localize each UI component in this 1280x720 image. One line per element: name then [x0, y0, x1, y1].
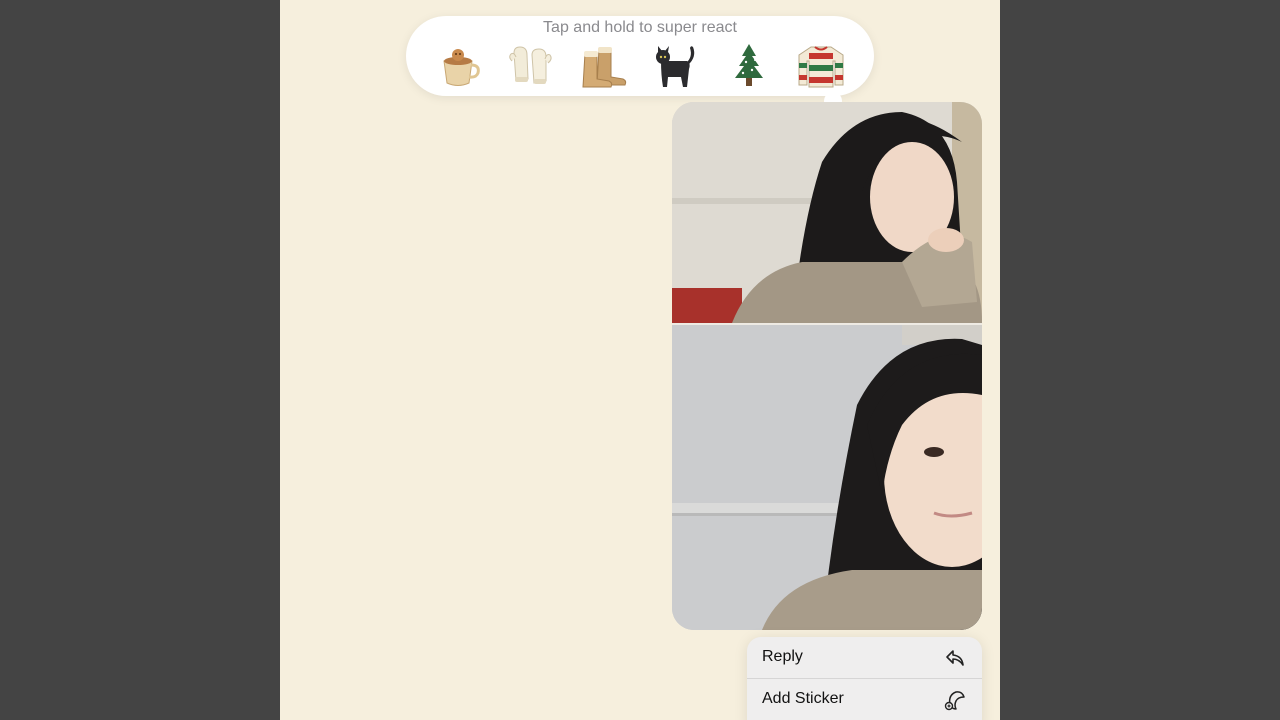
- menu-item-add-sticker[interactable]: Add Sticker: [747, 679, 982, 720]
- photo-1[interactable]: [672, 102, 982, 323]
- boots-icon[interactable]: [573, 40, 635, 92]
- sticker-icon: [944, 689, 966, 711]
- black-cat-icon[interactable]: [645, 40, 707, 92]
- hot-cocoa-icon[interactable]: [428, 40, 490, 92]
- chat-view: Tap and hold to super react Reply Add St…: [280, 0, 1000, 720]
- photo-message[interactable]: [672, 102, 982, 630]
- screen-backdrop: Tap and hold to super react Reply Add St…: [0, 0, 1280, 720]
- photo-2[interactable]: [672, 325, 982, 630]
- menu-item-label: Add Sticker: [762, 690, 844, 707]
- message-context-menu: Reply Add Sticker: [747, 637, 982, 720]
- menu-item-label: Reply: [762, 648, 803, 665]
- mittens-icon[interactable]: [500, 40, 562, 92]
- reaction-emoji-row: [428, 40, 852, 92]
- holiday-sweater-icon[interactable]: [790, 40, 852, 92]
- reaction-hint: Tap and hold to super react: [543, 19, 737, 36]
- christmas-tree-icon[interactable]: [718, 40, 780, 92]
- menu-item-reply[interactable]: Reply: [747, 637, 982, 678]
- reply-arrow-icon: [944, 647, 966, 669]
- reaction-picker: Tap and hold to super react: [406, 16, 874, 96]
